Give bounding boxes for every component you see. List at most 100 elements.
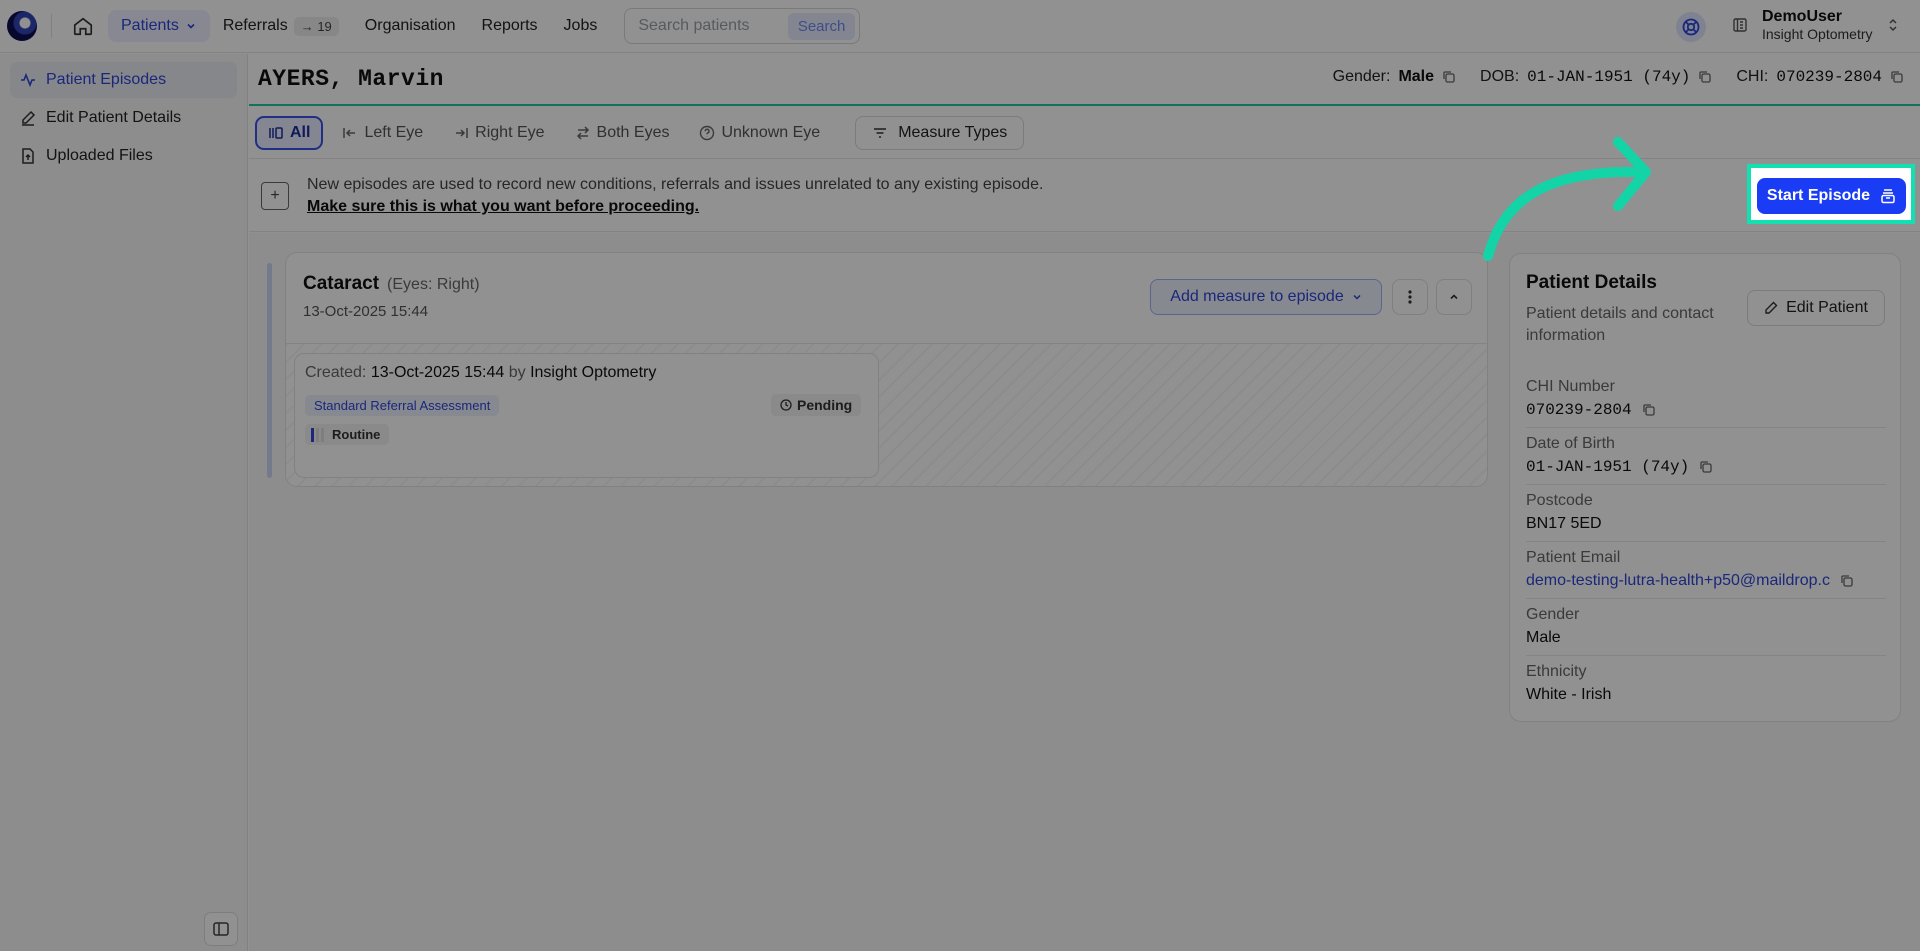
copy-icon[interactable]	[1890, 70, 1904, 84]
episode-title-row: Cataract (Eyes: Right)	[303, 273, 480, 295]
activity-icon	[21, 72, 35, 88]
dob-label: DOB:	[1480, 68, 1520, 85]
chi-value: 070239-2804	[1776, 68, 1882, 86]
start-episode-label: Start Episode	[1766, 187, 1871, 204]
detail-date-of-birth: Date of Birth 01-JAN-1951 (74y)	[1526, 428, 1886, 485]
nav-patients[interactable]: Patients	[108, 10, 210, 42]
nav-jobs[interactable]: Jobs	[551, 10, 611, 42]
measure-types-label: Measure Types	[898, 123, 1008, 141]
banner-message: New episodes are used to record new cond…	[307, 174, 1043, 218]
sidebar-item-label: Patient Episodes	[46, 71, 167, 88]
copy-icon[interactable]	[1840, 574, 1854, 588]
detail-label: Patient Email	[1526, 549, 1621, 566]
help-button[interactable]	[1676, 12, 1706, 42]
detail-label: CHI Number	[1526, 378, 1615, 395]
tutorial-arrow-icon	[1483, 137, 1651, 261]
header-chi: CHI: 070239-2804	[1736, 68, 1904, 86]
banner-text: New episodes are used to record new cond…	[307, 176, 1044, 193]
detail-label: Postcode	[1526, 492, 1593, 509]
header-gender: Gender: Male	[1333, 68, 1456, 86]
detail-ethnicity: Ethnicity White - Irish	[1526, 656, 1886, 712]
sidebar-item-edit-patient-details[interactable]: Edit Patient Details	[10, 100, 237, 136]
sidebar-item-label: Edit Patient Details	[46, 109, 182, 126]
user-organisation: Insight Optometry	[1762, 26, 1873, 42]
detail-value: Male	[1526, 629, 1561, 646]
copy-icon[interactable]	[1642, 403, 1656, 417]
sidebar-item-label: Uploaded Files	[46, 147, 153, 164]
episode-more-button[interactable]	[1392, 279, 1428, 315]
edit-patient-label: Edit Patient	[1786, 299, 1868, 316]
edit-patient-button[interactable]: Edit Patient	[1747, 290, 1885, 326]
app-logo[interactable]	[7, 11, 37, 41]
banner-warning: Make sure this is what you want before p…	[307, 198, 700, 215]
eye-filter-tabs: All Left Eye Right Eye Both Eyes Unknown…	[249, 107, 1920, 159]
nav-reports[interactable]: Reports	[469, 10, 551, 42]
header-dob: DOB: 01-JAN-1951 (74y)	[1480, 68, 1712, 86]
gender-value: Male	[1398, 68, 1435, 85]
tab-label: Both Eyes	[596, 123, 670, 141]
created-prefix: Created:	[305, 364, 367, 381]
detail-patient-email: Patient Email demo-testing-lutra-health+…	[1526, 542, 1886, 599]
clock-icon	[780, 399, 792, 411]
filter-icon	[874, 127, 887, 138]
nav-patients-label: Patients	[121, 17, 179, 34]
measure-type-tag: Standard Referral Assessment	[305, 395, 500, 416]
tab-label: All	[290, 123, 311, 141]
copy-icon[interactable]	[1442, 70, 1456, 84]
nav-referrals[interactable]: Referrals → 19	[210, 10, 352, 43]
chevron-down-icon	[1353, 294, 1361, 300]
detail-gender: Gender Male	[1526, 599, 1886, 656]
collapse-sidebar-button[interactable]	[204, 912, 238, 946]
patient-search: Search	[624, 8, 861, 44]
tab-both-eyes[interactable]: Both Eyes	[564, 118, 681, 148]
email-link[interactable]: demo-testing-lutra-health+p50@maildrop.c	[1526, 569, 1830, 593]
user-menu[interactable]: DemoUser Insight Optometry	[1732, 8, 1899, 42]
search-input[interactable]	[638, 17, 788, 35]
user-info: DemoUser Insight Optometry	[1762, 8, 1873, 42]
priority-badge: Routine	[305, 424, 390, 445]
measure-types-button[interactable]: Measure Types	[855, 115, 1025, 150]
tab-left-eye[interactable]: Left Eye	[331, 118, 434, 148]
detail-label: Ethnicity	[1526, 663, 1587, 680]
detail-value: 070239-2804	[1526, 401, 1632, 419]
start-episode-button[interactable]: Start Episode	[1757, 178, 1906, 214]
episode-collapse-button[interactable]	[1436, 279, 1472, 315]
sidebar-item-patient-episodes[interactable]: Patient Episodes	[10, 62, 237, 98]
copy-icon[interactable]	[1699, 460, 1713, 474]
search-button[interactable]: Search	[787, 12, 856, 40]
sidebar-item-uploaded-files[interactable]: Uploaded Files	[10, 138, 237, 174]
created-date: 13-Oct-2025 15:44	[370, 364, 505, 381]
detail-value: White - Irish	[1526, 686, 1612, 703]
gender-label: Gender:	[1332, 68, 1391, 85]
measure-card[interactable]: Created: 13-Oct-2025 15:44 by Insight Op…	[294, 353, 879, 478]
episode-card: Cataract (Eyes: Right) 13-Oct-2025 15:44 …	[285, 252, 1488, 487]
new-episode-banner: + New episodes are used to record new co…	[249, 160, 1920, 232]
detail-postcode: Postcode BN17 5ED	[1526, 485, 1886, 542]
sidebar-toggle-icon	[213, 922, 229, 936]
status-label: Pending	[797, 397, 853, 413]
tab-unknown-eye[interactable]: Unknown Eye	[688, 118, 831, 148]
nav-organisation[interactable]: Organisation	[352, 10, 469, 42]
patient-details-fields: CHI Number 070239-2804 Date of Birth 01-…	[1526, 371, 1886, 712]
user-name: DemoUser	[1762, 8, 1843, 25]
arrow-left-to-line-icon	[343, 127, 356, 138]
tab-label: Right Eye	[475, 123, 545, 141]
detail-value-row: 070239-2804	[1526, 398, 1886, 422]
chi-label: CHI:	[1736, 68, 1769, 85]
tab-right-eye[interactable]: Right Eye	[442, 118, 555, 148]
created-author: Insight Optometry	[530, 364, 657, 381]
add-measure-button[interactable]: Add measure to episode	[1150, 279, 1382, 315]
divider	[51, 14, 52, 38]
arrows-left-right-icon	[576, 125, 589, 140]
tab-all[interactable]: All	[255, 115, 324, 150]
episode-title: Cataract	[303, 273, 380, 294]
pencil-icon	[1765, 301, 1778, 314]
episode-eyes: (Eyes: Right)	[387, 276, 480, 293]
home-icon[interactable]	[72, 15, 94, 37]
referrals-count-badge: → 19	[293, 16, 339, 36]
copy-icon[interactable]	[1698, 70, 1712, 84]
priority-label: Routine	[332, 427, 381, 442]
detail-value-row: demo-testing-lutra-health+p50@maildrop.c	[1526, 569, 1886, 593]
detail-value: 01-JAN-1951 (74y)	[1526, 458, 1690, 476]
patient-summary: Gender: Male DOB: 01-JAN-1951 (74y) CHI:…	[1333, 68, 1904, 86]
